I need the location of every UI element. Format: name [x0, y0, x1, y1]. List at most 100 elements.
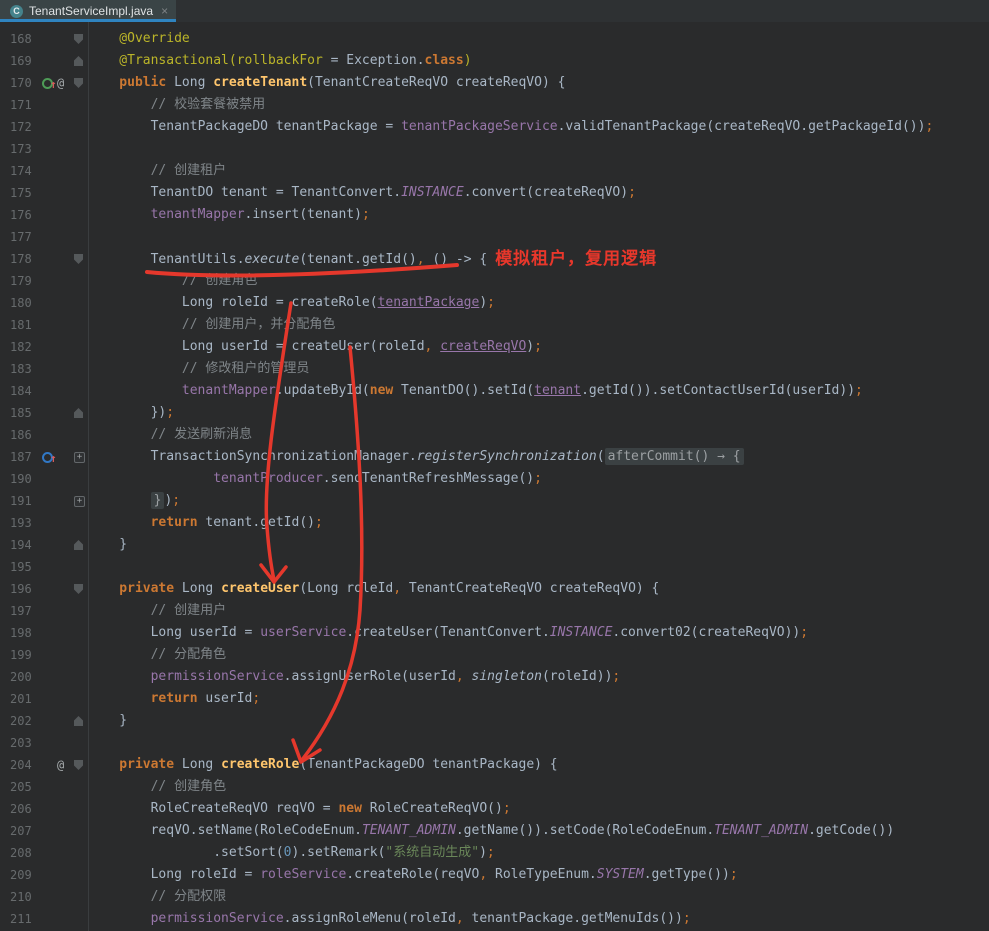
code-text[interactable]: // 创建用户 [88, 600, 226, 622]
code-text[interactable]: TenantPackageDO tenantPackage = tenantPa… [88, 116, 933, 138]
line-number[interactable]: 174 [0, 160, 38, 182]
editor-tab[interactable]: C TenantServiceImpl.java × [0, 0, 176, 22]
fold-marker-icon[interactable] [74, 34, 83, 44]
line-number[interactable]: 169 [0, 50, 38, 72]
code-line: 196 private Long createUser(Long roleId, … [0, 578, 989, 600]
code-text[interactable]: TransactionSynchronizationManager.regist… [88, 446, 744, 468]
line-number[interactable]: 184 [0, 380, 38, 402]
fold-marker-icon[interactable]: + [74, 452, 85, 463]
annotation-gutter-icon[interactable]: @ [57, 754, 64, 776]
code-text[interactable]: // 创建租户 [88, 160, 226, 182]
fold-marker-icon[interactable] [74, 56, 83, 66]
line-number[interactable]: 178 [0, 248, 38, 270]
code-text[interactable]: // 创建角色 [88, 270, 257, 292]
tab-close-icon[interactable]: × [161, 4, 168, 18]
fold-marker-icon[interactable] [74, 584, 83, 594]
code-text[interactable]: tenantProducer.sendTenantRefreshMessage(… [88, 468, 542, 490]
line-number[interactable]: 204 [0, 754, 38, 776]
line-number[interactable]: 199 [0, 644, 38, 666]
line-number[interactable]: 187 [0, 446, 38, 468]
line-number[interactable]: 200 [0, 666, 38, 688]
code-text[interactable]: tenantMapper.insert(tenant); [88, 204, 370, 226]
line-number[interactable]: 210 [0, 886, 38, 908]
code-text[interactable]: Long userId = createUser(roleId, createR… [88, 336, 542, 358]
code-editor[interactable]: 168 @Override 169 @Transactional(rollbackFo… [0, 22, 989, 931]
code-text[interactable]: return userId; [88, 688, 260, 710]
line-number[interactable]: 185 [0, 402, 38, 424]
override-up-arrow-icon[interactable]: ↑ [50, 448, 57, 470]
fold-marker-icon[interactable] [74, 408, 83, 418]
code-text[interactable]: }); [88, 402, 174, 424]
code-text[interactable]: tenantMapper.updateById(new TenantDO().s… [88, 380, 863, 402]
code-text[interactable]: @Override [88, 28, 190, 50]
line-number[interactable]: 176 [0, 204, 38, 226]
line-number[interactable]: 183 [0, 358, 38, 380]
code-text[interactable]: TenantDO tenant = TenantConvert.INSTANCE… [88, 182, 636, 204]
code-text[interactable]: TenantUtils.execute(tenant.getId(), () -… [88, 248, 657, 270]
code-text[interactable]: Long roleId = roleService.createRole(req… [88, 864, 738, 886]
line-number[interactable]: 173 [0, 138, 38, 160]
line-number[interactable]: 205 [0, 776, 38, 798]
line-number[interactable]: 211 [0, 908, 38, 930]
line-number[interactable]: 195 [0, 556, 38, 578]
line-number[interactable]: 171 [0, 94, 38, 116]
line-number[interactable]: 182 [0, 336, 38, 358]
line-number[interactable]: 168 [0, 28, 38, 50]
line-number[interactable]: 198 [0, 622, 38, 644]
code-text[interactable]: private Long createRole(TenantPackageDO … [88, 754, 558, 776]
fold-marker-icon[interactable]: + [74, 496, 85, 507]
code-token: ; [800, 625, 808, 640]
line-number[interactable]: 181 [0, 314, 38, 336]
line-number[interactable]: 208 [0, 842, 38, 864]
code-text[interactable]: public Long createTenant(TenantCreateReq… [88, 72, 565, 94]
line-number[interactable]: 196 [0, 578, 38, 600]
annotation-gutter-icon[interactable]: @ [57, 72, 64, 94]
line-number[interactable]: 186 [0, 424, 38, 446]
fold-marker-icon[interactable] [74, 760, 83, 770]
line-number[interactable]: 180 [0, 292, 38, 314]
fold-marker-icon[interactable] [74, 254, 83, 264]
code-text[interactable]: Long roleId = createRole(tenantPackage); [88, 292, 495, 314]
line-number[interactable]: 175 [0, 182, 38, 204]
line-number[interactable]: 197 [0, 600, 38, 622]
line-number[interactable]: 170 [0, 72, 38, 94]
code-text[interactable]: // 分配角色 [88, 644, 226, 666]
code-text[interactable]: RoleCreateReqVO reqVO = new RoleCreateRe… [88, 798, 511, 820]
line-number[interactable]: 194 [0, 534, 38, 556]
code-text[interactable]: } [88, 534, 127, 556]
code-text[interactable]: // 创建角色 [88, 776, 226, 798]
line-number[interactable]: 190 [0, 468, 38, 490]
code-text[interactable]: private Long createUser(Long roleId, Ten… [88, 578, 659, 600]
fold-marker-icon[interactable] [74, 78, 83, 88]
code-text[interactable]: permissionService.assignUserRole(userId,… [88, 666, 620, 688]
code-text[interactable]: @Transactional(rollbackFor = Exception.c… [88, 50, 472, 72]
line-number[interactable]: 201 [0, 688, 38, 710]
code-text[interactable]: }); [88, 490, 180, 512]
code-text[interactable]: Long userId = userService.createUser(Ten… [88, 622, 808, 644]
code-text[interactable]: // 发送刷新消息 [88, 424, 252, 446]
line-number[interactable]: 209 [0, 864, 38, 886]
code-text[interactable]: // 校验套餐被禁用 [88, 94, 265, 116]
fold-marker-icon[interactable] [74, 716, 83, 726]
line-number[interactable]: 177 [0, 226, 38, 248]
line-number[interactable]: 203 [0, 732, 38, 754]
code-token: new [370, 383, 393, 398]
code-text[interactable]: return tenant.getId(); [88, 512, 323, 534]
code-text[interactable]: reqVO.setName(RoleCodeEnum.TENANT_ADMIN.… [88, 820, 894, 842]
line-number[interactable]: 206 [0, 798, 38, 820]
line-number[interactable]: 207 [0, 820, 38, 842]
code-text[interactable]: .setSort(0).setRemark("系统自动生成"); [88, 842, 495, 864]
line-number[interactable]: 179 [0, 270, 38, 292]
code-text[interactable]: permissionService.assignRoleMenu(roleId,… [88, 908, 691, 930]
override-up-arrow-icon[interactable]: ↑ [50, 74, 57, 96]
code-text[interactable]: // 分配权限 [88, 886, 226, 908]
code-text[interactable]: // 创建用户，并分配角色 [88, 314, 335, 336]
line-number[interactable]: 193 [0, 512, 38, 534]
line-number[interactable]: 172 [0, 116, 38, 138]
fold-marker-icon[interactable] [74, 540, 83, 550]
code-text[interactable]: // 修改租户的管理员 [88, 358, 309, 380]
code-text[interactable]: } [88, 710, 127, 732]
line-number[interactable]: 202 [0, 710, 38, 732]
line-number[interactable]: 191 [0, 490, 38, 512]
code-line: 173 [0, 138, 989, 160]
